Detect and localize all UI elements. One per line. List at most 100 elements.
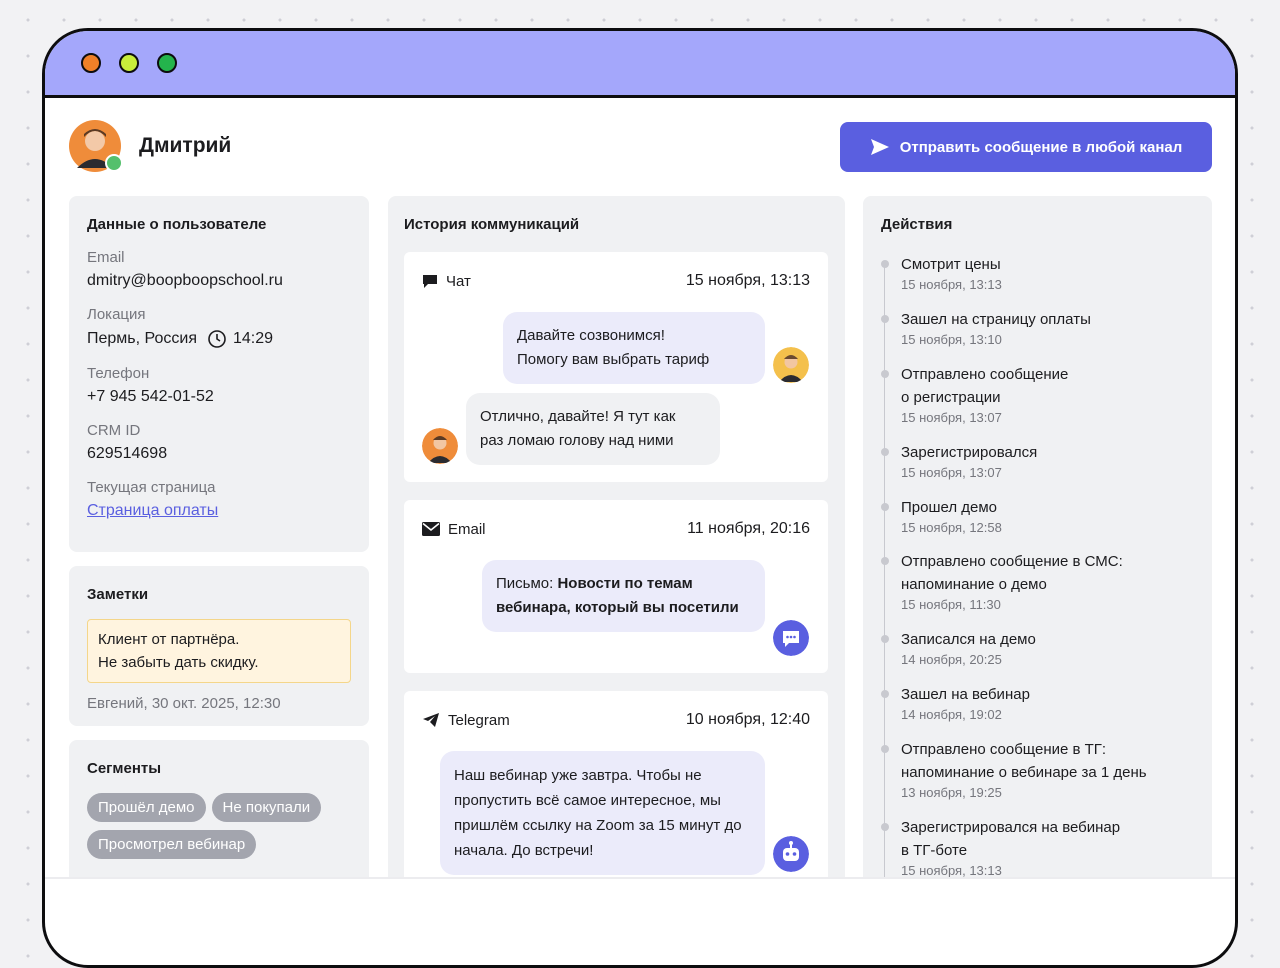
timeline-dot (881, 370, 889, 378)
profile-header: Дмитрий (69, 120, 231, 172)
timeline-dot (881, 635, 889, 643)
action-title: Прошел демо (901, 499, 998, 516)
action-title: Отправлено сообщение в ТГ: (901, 741, 1107, 758)
card-channel: Telegram (422, 712, 510, 729)
location-value: Пермь, Россия (87, 330, 197, 347)
action-title: Зарегистрировался (901, 444, 1038, 461)
action-item[interactable]: Записался на демо 14 ноября, 20:25 (881, 628, 1036, 667)
user-name: Дмитрий (139, 134, 232, 157)
client-avatar (422, 428, 458, 464)
action-title-line2: напоминание о демо (901, 576, 1047, 593)
window-minimize-dot[interactable] (119, 53, 139, 73)
location-row: Пермь, Россия 14:29 (87, 329, 351, 349)
send-icon (870, 139, 889, 155)
action-time: 15 ноября, 13:13 (901, 863, 1002, 878)
segments-panel: Сегменты Прошёл демо Не покупали Просмот… (69, 740, 369, 878)
action-item[interactable]: Зашел на страницу оплаты 15 ноября, 13:10 (881, 308, 1091, 347)
mail-icon (422, 522, 440, 536)
action-item[interactable]: Смотрит цены 15 ноября, 13:13 (881, 253, 1002, 292)
window-titlebar (45, 31, 1235, 98)
phone-value[interactable]: +7 945 542-01-52 (87, 388, 351, 406)
action-time: 15 ноября, 11:30 (901, 597, 1001, 612)
send-message-any-channel-button[interactable]: Отправить сообщение в любой канал (840, 122, 1212, 172)
window-maximize-dot[interactable] (157, 53, 177, 73)
actions-panel: Действия Смотрит цены 15 ноября, 13:13 За… (863, 196, 1212, 878)
bot-icon (773, 836, 809, 872)
timeline-dot (881, 260, 889, 268)
action-item[interactable]: Прошел демо 15 ноября, 12:58 (881, 496, 1002, 535)
note-text-line2: Не забыть дать скидку. (98, 654, 259, 671)
action-item[interactable]: Отправлено сообщение о регистрации 15 нояб… (881, 363, 1069, 425)
telegram-icon (423, 713, 439, 727)
message-line: Давайте созвонимся! (517, 327, 665, 344)
message-line: Отлично, давайте! Я тут как (480, 408, 676, 425)
action-title: Записался на демо (901, 631, 1036, 648)
app-window: Дмитрий Отправить сообщение в любой кана… (42, 28, 1238, 968)
action-title: Зашел на вебинар (901, 686, 1030, 703)
action-time: 15 ноября, 13:13 (901, 277, 1002, 292)
email-bubble: Письмо: Новости по темам вебинара, котор… (482, 560, 765, 632)
email-label: Email (87, 249, 125, 266)
action-time: 15 ноября, 12:58 (901, 520, 1002, 535)
action-time: 14 ноября, 19:02 (901, 707, 1002, 722)
timeline-dot (881, 448, 889, 456)
segment-tag[interactable]: Не покупали (211, 793, 322, 822)
card-date: 15 ноября, 13:13 (685, 272, 810, 289)
card-date: 10 ноября, 12:40 (685, 711, 810, 728)
notes-panel: Заметки Клиент от партнёра. Не забыть да… (69, 566, 369, 726)
action-title: Смотрит цены (901, 256, 1001, 273)
action-item[interactable]: Отправлено сообщение в ТГ: напоминание о … (881, 738, 1147, 800)
action-title: Отправлено сообщение (901, 366, 1069, 383)
message-line: Помогу вам выбрать тариф (517, 351, 710, 368)
message-line: раз ломаю голову над ними (480, 432, 674, 449)
action-item[interactable]: Отправлено сообщение в СМС: напоминание о… (881, 550, 1123, 612)
card-date: 11 ноября, 20:16 (687, 520, 810, 537)
current-page-label: Текущая страница (87, 479, 216, 496)
location-label: Локация (87, 306, 146, 323)
card-header: Email 11 ноября, 20:16 (422, 520, 810, 538)
window-close-dot[interactable] (81, 53, 101, 73)
communication-history-panel: История коммуникаций Чат 15 ноября, 13:1… (388, 196, 845, 878)
segments-title: Сегменты (87, 760, 162, 777)
timeline-dot (881, 823, 889, 831)
action-item[interactable]: Зарегистрировался 15 ноября, 13:07 (881, 441, 1038, 480)
chat-icon (423, 275, 437, 288)
send-button-label: Отправить сообщение в любой канал (899, 138, 1183, 156)
crm-id-label: CRM ID (87, 422, 141, 439)
clock-icon (208, 330, 226, 348)
user-avatar[interactable] (69, 120, 123, 172)
bot-message-icon (773, 620, 809, 656)
timeline-dot (881, 503, 889, 511)
action-item[interactable]: Зарегистрировался на вебинар в ТГ-боте 15 … (881, 816, 1120, 878)
message-bubble-client: Отлично, давайте! Я тут как раз ломаю го… (466, 393, 720, 465)
channel-name: Telegram (448, 711, 510, 729)
history-card-email[interactable]: Email 11 ноября, 20:16 Письмо: Новости п… (404, 500, 828, 673)
phone-label: Телефон (87, 365, 150, 382)
content-divider (45, 877, 1235, 879)
history-card-telegram[interactable]: Telegram 10 ноября, 12:40 Наш вебинар уж… (404, 691, 828, 878)
history-card-chat[interactable]: Чат 15 ноября, 13:13 Давайте созвонимся!… (404, 252, 828, 482)
segment-tag[interactable]: Просмотрел вебинар (87, 830, 257, 859)
timeline-dot (881, 557, 889, 565)
segment-tag[interactable]: Прошёл демо (87, 793, 206, 822)
online-status-indicator (105, 154, 123, 172)
channel-name: Email (448, 520, 486, 538)
message-bubble-operator: Давайте созвонимся! Помогу вам выбрать т… (503, 312, 765, 384)
email-prefix: Письмо: (496, 575, 558, 592)
action-title: Отправлено сообщение в СМС: (901, 553, 1123, 570)
timeline-dot (881, 315, 889, 323)
card-channel: Email (422, 521, 486, 538)
action-time: 13 ноября, 19:25 (901, 785, 1002, 800)
current-page-link[interactable]: Страница оплаты (87, 502, 218, 519)
segment-tags: Прошёл демо Не покупали Просмотрел вебин… (87, 793, 351, 859)
action-title-line2: напоминание о вебинаре за 1 день (901, 764, 1147, 781)
notes-title: Заметки (87, 586, 149, 603)
action-time: 15 ноября, 13:07 (901, 465, 1002, 480)
card-header: Telegram 10 ноября, 12:40 (422, 711, 810, 729)
action-title-line2: о регистрации (901, 389, 1001, 406)
profile-content: Дмитрий Отправить сообщение в любой кана… (45, 98, 1235, 878)
note-item[interactable]: Клиент от партнёра. Не забыть дать скидк… (87, 619, 351, 683)
user-info-title: Данные о пользователе (87, 216, 267, 233)
action-item[interactable]: Зашел на вебинар 14 ноября, 19:02 (881, 683, 1030, 722)
email-value[interactable]: dmitry@boopboopschool.ru (87, 272, 351, 290)
